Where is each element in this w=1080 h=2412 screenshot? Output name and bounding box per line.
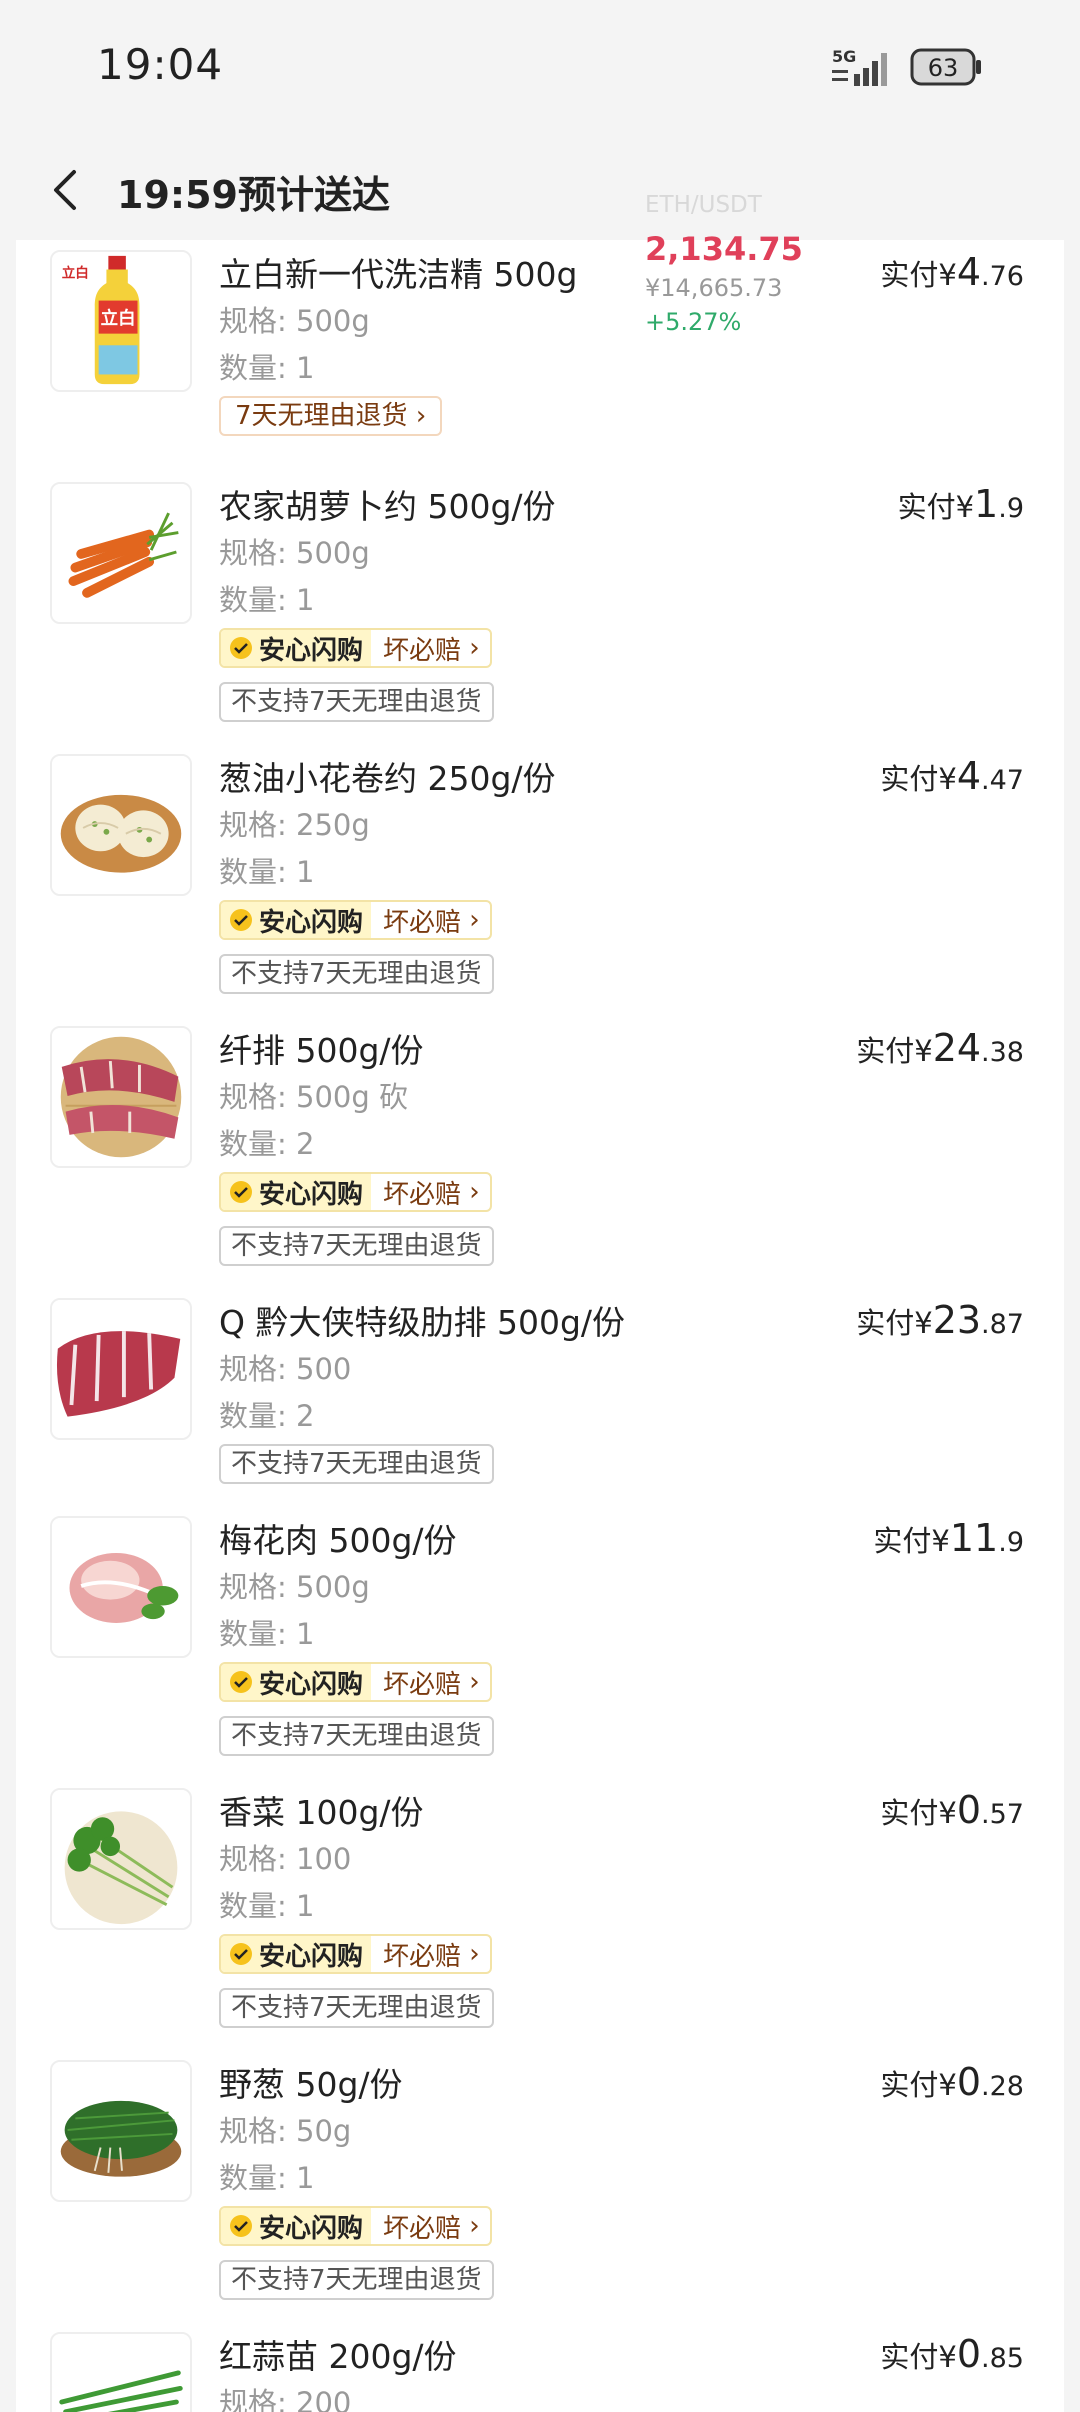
pork-ribs-icon	[52, 1028, 190, 1166]
product-quantity: 数量: 1	[219, 351, 315, 385]
product-quantity: 数量: 1	[219, 1889, 315, 1923]
product-image[interactable]	[50, 1516, 192, 1658]
product-image[interactable]	[50, 2060, 192, 2202]
status-time: 19:04	[97, 40, 224, 89]
product-spec: 规格: 200	[219, 2386, 352, 2412]
status-bar: 19:04 5G 63	[0, 0, 1080, 140]
product-name: 红蒜苗 200g/份	[219, 2337, 457, 2376]
paid-price: 实付¥0.57	[880, 1788, 1024, 1832]
check-shield-icon	[230, 1943, 252, 1965]
no-return-badge: 不支持7天无理由退货	[219, 1988, 494, 2028]
product-quantity: 数量: 2	[219, 1399, 315, 1433]
wild-onion-icon	[52, 2062, 190, 2200]
safe-buy-badge[interactable]: 安心闪购 坏必赔 ›	[219, 628, 492, 668]
no-return-badge: 不支持7天无理由退货	[219, 1444, 494, 1484]
product-spec: 规格: 50g	[219, 2114, 352, 2148]
product-quantity: 数量: 1	[219, 2161, 315, 2195]
safe-buy-badge[interactable]: 安心闪购 坏必赔 ›	[219, 2206, 492, 2246]
product-name: 立白新一代洗洁精 500g	[219, 255, 578, 294]
product-spec: 规格: 500g	[219, 1570, 370, 1604]
product-name: 葱油小花卷约 250g/份	[219, 759, 556, 798]
back-arrow-icon[interactable]	[44, 168, 88, 212]
check-shield-icon	[230, 1181, 252, 1203]
flower-rolls-icon	[52, 756, 190, 894]
svg-text:5G: 5G	[832, 47, 856, 66]
product-image[interactable]	[50, 2332, 192, 2412]
garlic-sprouts-icon	[52, 2334, 190, 2412]
chevron-right-icon: ›	[469, 905, 480, 935]
no-return-badge: 不支持7天无理由退货	[219, 1716, 494, 1756]
svg-text:63: 63	[928, 54, 959, 82]
ticker-cny-price: ¥14,665.73	[645, 274, 783, 302]
page-title: 19:59预计送达	[117, 173, 390, 217]
carrots-icon	[52, 484, 190, 622]
check-shield-icon	[230, 1671, 252, 1693]
product-image[interactable]: 立白 立白	[50, 250, 192, 392]
paid-price: 实付¥0.28	[880, 2060, 1024, 2104]
product-name: Q 黔大侠特级肋排 500g/份	[219, 1303, 626, 1342]
product-quantity: 数量: 1	[219, 1617, 315, 1651]
product-name: 纤排 500g/份	[219, 1031, 424, 1070]
svg-text:立白: 立白	[62, 264, 89, 281]
product-image[interactable]	[50, 1788, 192, 1930]
order-items-card: 立白 立白 立白新一代洗洁精 500g 规格: 500g 数量: 1 实付¥4.…	[16, 240, 1064, 2412]
paid-price: 实付¥1.9	[897, 482, 1024, 526]
ticker-price: 2,134.75	[645, 230, 803, 268]
ticker-change: +5.27%	[645, 308, 742, 336]
no-return-badge: 不支持7天无理由退货	[219, 2260, 494, 2300]
paid-price: 实付¥11.9	[873, 1516, 1024, 1560]
product-quantity: 数量: 1	[219, 855, 315, 889]
return-policy-badge[interactable]: 7天无理由退货 ›	[219, 396, 443, 436]
spare-ribs-icon	[52, 1300, 190, 1438]
nav-header: 19:59预计送达	[0, 140, 1080, 240]
pork-shoulder-icon	[52, 1518, 190, 1656]
product-spec: 规格: 100	[219, 1842, 352, 1876]
safe-buy-badge[interactable]: 安心闪购 坏必赔 ›	[219, 1172, 492, 1212]
chevron-right-icon: ›	[469, 633, 480, 663]
product-spec: 规格: 500	[219, 1352, 352, 1386]
crypto-ticker-overlay[interactable]: ETH/USDT 2,134.75 ¥14,665.73 +5.27%	[645, 192, 815, 352]
no-return-badge: 不支持7天无理由退货	[219, 1226, 494, 1266]
product-name: 梅花肉 500g/份	[219, 1521, 457, 1560]
check-shield-icon	[230, 2215, 252, 2237]
battery-icon: 63	[910, 48, 981, 86]
product-spec: 规格: 500g	[219, 536, 370, 570]
product-name: 农家胡萝卜约 500g/份	[219, 487, 556, 526]
safe-buy-badge[interactable]: 安心闪购 坏必赔 ›	[219, 900, 492, 940]
product-image[interactable]	[50, 1298, 192, 1440]
svg-text:立白: 立白	[101, 308, 136, 329]
safe-buy-badge[interactable]: 安心闪购 坏必赔 ›	[219, 1934, 492, 1974]
paid-price: 实付¥23.87	[856, 1298, 1024, 1342]
paid-price: 实付¥4.47	[880, 754, 1024, 798]
check-shield-icon	[230, 909, 252, 931]
product-image[interactable]	[50, 482, 192, 624]
product-quantity: 数量: 2	[219, 1127, 315, 1161]
product-name: 野葱 50g/份	[219, 2065, 403, 2104]
ticker-pair: ETH/USDT	[645, 192, 762, 218]
product-image[interactable]	[50, 1026, 192, 1168]
product-spec: 规格: 500g 砍	[219, 1080, 408, 1114]
coriander-icon	[52, 1790, 190, 1928]
paid-price: 实付¥0.85	[880, 2332, 1024, 2376]
safe-buy-badge[interactable]: 安心闪购 坏必赔 ›	[219, 1662, 492, 1702]
chevron-right-icon: ›	[469, 2211, 480, 2241]
check-shield-icon	[230, 637, 252, 659]
product-spec: 规格: 500g	[219, 304, 370, 338]
no-return-badge: 不支持7天无理由退货	[219, 682, 494, 722]
product-image[interactable]	[50, 754, 192, 896]
product-spec: 规格: 250g	[219, 808, 370, 842]
signal-5g-icon: 5G	[832, 47, 887, 86]
paid-price: 实付¥4.76	[880, 250, 1024, 294]
no-return-badge: 不支持7天无理由退货	[219, 954, 494, 994]
chevron-right-icon: ›	[469, 1667, 480, 1697]
chevron-right-icon: ›	[415, 401, 427, 431]
paid-price: 实付¥24.38	[856, 1026, 1024, 1070]
detergent-bottle-icon: 立白 立白	[52, 252, 190, 390]
product-name: 香菜 100g/份	[219, 1793, 424, 1832]
chevron-right-icon: ›	[469, 1939, 480, 1969]
product-quantity: 数量: 1	[219, 583, 315, 617]
chevron-right-icon: ›	[469, 1177, 480, 1207]
